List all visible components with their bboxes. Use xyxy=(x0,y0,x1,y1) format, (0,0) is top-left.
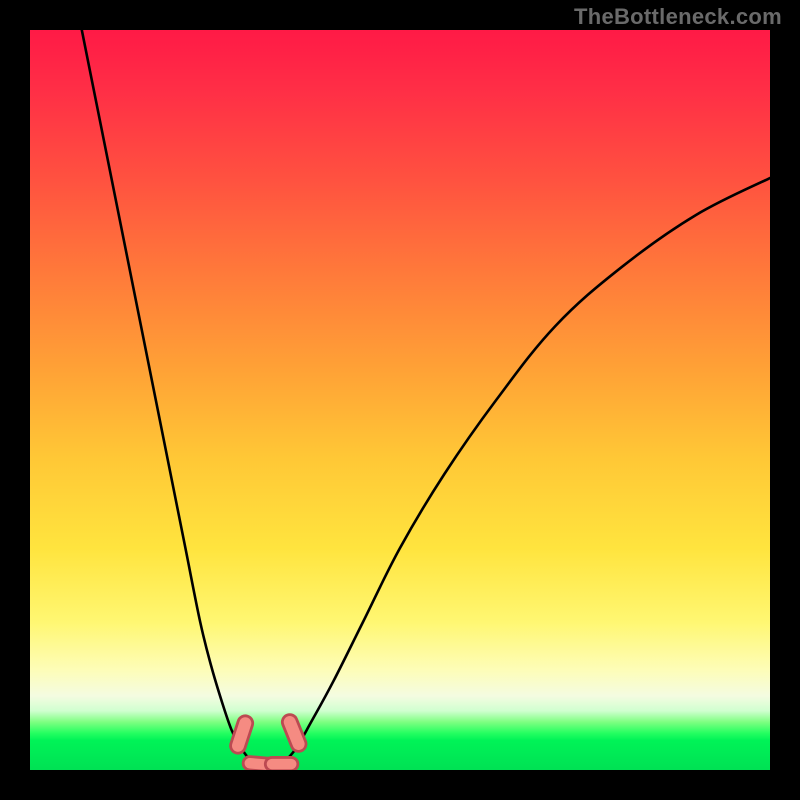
curve-layer xyxy=(82,30,770,761)
left-curve xyxy=(82,30,252,761)
chart-svg xyxy=(30,30,770,770)
floor-pill-right xyxy=(265,757,298,770)
marker-layer xyxy=(229,712,309,770)
chart-stage: TheBottleneck.com xyxy=(0,0,800,800)
plot-area xyxy=(30,30,770,770)
right-curve xyxy=(285,178,770,761)
curve-pill-left xyxy=(229,714,255,755)
watermark-text: TheBottleneck.com xyxy=(574,4,782,30)
